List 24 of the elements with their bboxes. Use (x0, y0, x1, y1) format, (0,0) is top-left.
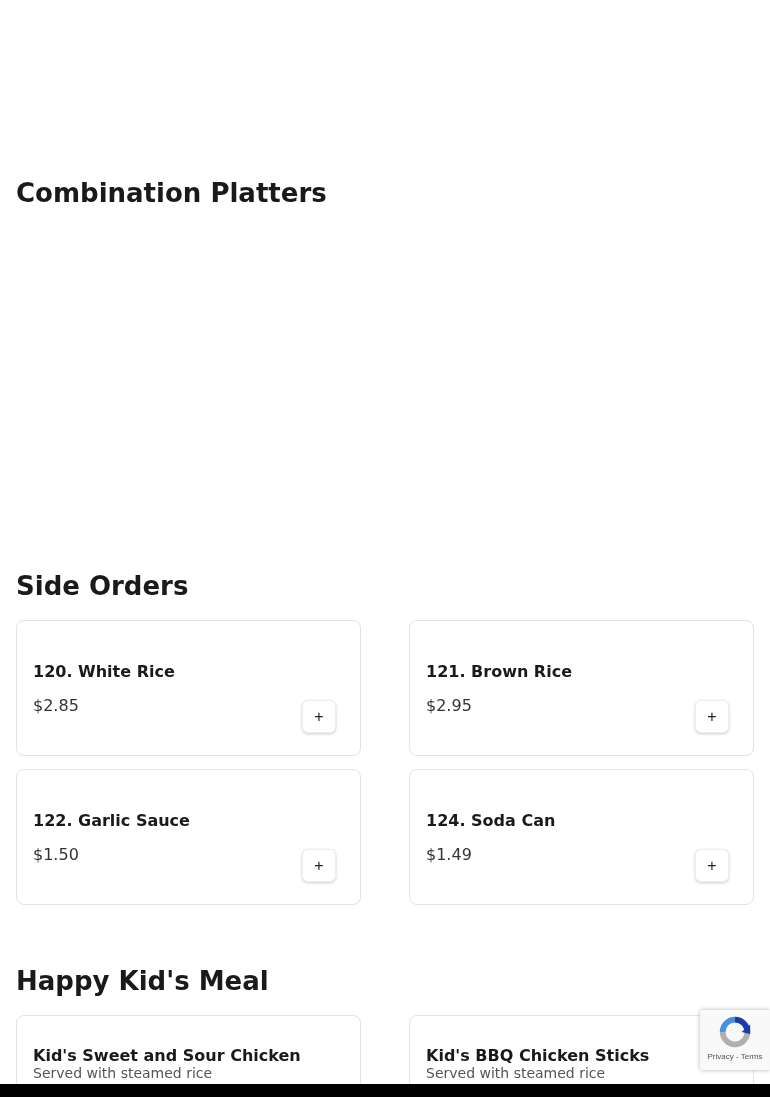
item-description: Served with steamed rice (33, 1066, 214, 1081)
item-name: Kid's BBQ Chicken Sticks (426, 1046, 650, 1066)
item-name: 120. White Rice (33, 662, 175, 682)
menu-item-card[interactable]: 121. Brown Rice $2.95 + (409, 620, 754, 756)
add-button[interactable]: + (695, 849, 729, 882)
item-name: 121. Brown Rice (426, 662, 572, 682)
item-price: $1.50 (33, 845, 80, 865)
item-price: $2.85 (33, 696, 80, 716)
menu-item-card[interactable]: 124. Soda Can $1.49 + (409, 769, 754, 905)
item-description: Served with steamed rice (426, 1066, 607, 1081)
menu-item-card[interactable]: 120. White Rice $2.85 + (16, 620, 361, 756)
add-button[interactable]: + (302, 700, 336, 733)
menu-item-card[interactable]: 122. Garlic Sauce $1.50 + (16, 769, 361, 905)
add-button[interactable]: + (695, 700, 729, 733)
add-button[interactable]: + (302, 849, 336, 882)
item-name: 122. Garlic Sauce (33, 811, 190, 831)
item-price: $2.95 (426, 696, 473, 716)
section-heading: Happy Kid's Meal (16, 965, 270, 998)
item-price: $1.49 (426, 845, 473, 865)
section-heading: Side Orders (16, 570, 190, 603)
item-name: 124. Soda Can (426, 811, 556, 831)
section-heading: Combination Platters (16, 177, 328, 210)
item-name: Kid's Sweet and Sour Chicken (33, 1046, 301, 1066)
privacy-terms-link[interactable]: Privacy - Terms (707, 1052, 763, 1061)
